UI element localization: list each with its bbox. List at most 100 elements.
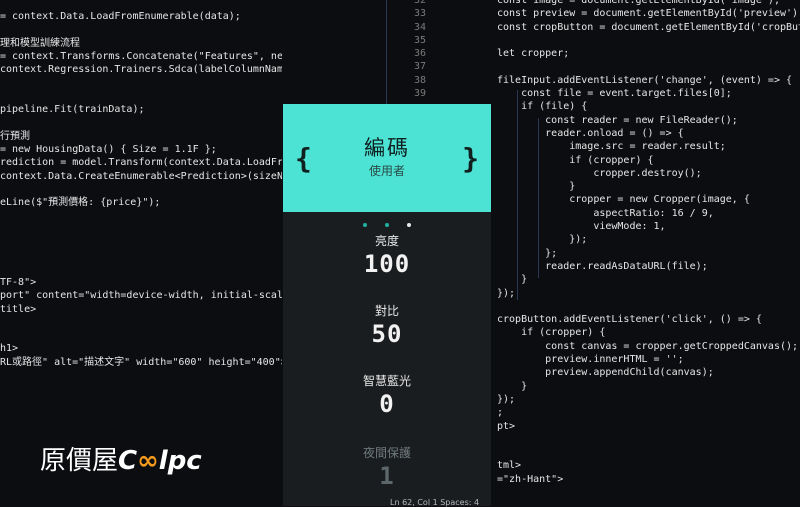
code-line: image.src = reader.result; (497, 141, 726, 153)
code-line: const cropButton = document.getElementBy… (497, 21, 800, 33)
logo-c: C (118, 446, 138, 476)
code-line: } (497, 181, 576, 193)
line-number-gutter: 32 33 34 35 36 37 38 39 (386, 0, 426, 100)
code-line: = context.Transforms.Concatenate("Featur… (0, 50, 282, 62)
code-line: } (497, 380, 528, 392)
code-line: if (cropper) { (497, 154, 654, 166)
setting-value: 50 (371, 320, 403, 348)
code-line: } (497, 274, 528, 286)
code-line: cropper.destroy(); (497, 167, 702, 179)
code-line: eLine($"預測價格: {price}"); (0, 197, 161, 209)
setting-label: 智慧藍光 (362, 374, 411, 388)
code-line: const image = document.getElementById('i… (497, 0, 780, 6)
code-line: cropper = new Cropper(image, { (497, 194, 750, 206)
line-number: 34 (413, 21, 426, 33)
code-line: TF-8"> (0, 276, 37, 288)
code-line: let cropper; (497, 48, 570, 60)
code-line: = context.Data.LoadFromEnumerable(data); (0, 11, 241, 22)
logo-chinese: 原價屋 (40, 446, 119, 476)
line-number: 33 (413, 8, 426, 20)
code-line: ="zh-Hant"> (497, 473, 564, 485)
code-line: preview.appendChild(canvas); (497, 367, 714, 379)
code-line: const preview = document.getElementById(… (497, 8, 800, 20)
code-line: reader.readAsDataURL(file); (497, 260, 708, 272)
mode-subtitle: 使用者 (368, 164, 405, 178)
page-dot[interactable] (385, 223, 389, 227)
code-line: const canvas = cropper.getCroppedCanvas(… (497, 340, 799, 352)
code-line: }; (497, 247, 558, 259)
code-line: h1> (0, 343, 19, 355)
line-number: 39 (413, 88, 426, 100)
code-line: 行預測 (0, 130, 30, 142)
logo-infinity-icon: ∞ (137, 446, 159, 476)
code-line: }); (497, 393, 516, 405)
code-line: if (cropper) { (497, 327, 606, 339)
page-indicator (283, 212, 491, 234)
code-line: = new HousingData() { Size = 1.1F }; (0, 143, 217, 155)
setting-label: 亮度 (374, 234, 399, 248)
code-line: 理和模型訓練流程 (0, 37, 80, 49)
line-number: 36 (413, 48, 426, 60)
code-line: tml> (497, 460, 522, 472)
next-mode-button[interactable]: } (462, 142, 479, 175)
code-line: reader.onload = () => { (497, 127, 684, 139)
setting-contrast[interactable]: 對比 50 (283, 302, 491, 348)
setting-night-protection[interactable]: 夜間保護 1 (283, 444, 491, 490)
mode-title: 編碼 (364, 136, 410, 160)
code-line: }); (497, 287, 516, 299)
mode-selector[interactable]: { 編碼 使用者 } (283, 104, 491, 212)
code-line: pipeline.Fit(trainData); (0, 104, 145, 116)
page-dot[interactable] (406, 223, 411, 227)
monitor-osd-panel: { 編碼 使用者 } 亮度 100 對比 50 智慧藍光 0 夜間保護 1 (283, 104, 491, 506)
code-line: context.Regression.Trainers.Sdca(labelCo… (0, 64, 282, 76)
setting-label: 對比 (374, 304, 399, 318)
code-line: viewMode: 1, (497, 221, 666, 233)
line-number: 32 (413, 0, 426, 6)
line-number: 35 (413, 34, 426, 46)
code-line: if (file) { (497, 101, 588, 113)
code-line: title> (0, 303, 37, 315)
code-line: context.Data.CreateEnumerable<Prediction… (0, 170, 282, 182)
setting-label: 夜間保護 (362, 446, 411, 460)
setting-smart-blue-light[interactable]: 智慧藍光 0 (283, 372, 491, 418)
setting-value: 0 (379, 390, 395, 418)
logo-rest: lpc (158, 446, 202, 476)
coolpc-logo: 原價屋C∞lpc (40, 440, 202, 477)
code-right-pane: const image = document.getElementById('i… (497, 0, 800, 486)
code-line: ; (497, 407, 504, 419)
code-line: pt> (497, 420, 516, 432)
code-line: cropButton.addEventListener('click', () … (497, 314, 762, 326)
code-left-pane: = context.Data.LoadFromEnumerable(data);… (0, 10, 282, 369)
code-line: port" content="width=device-width, initi… (0, 290, 282, 302)
page-dot[interactable] (363, 223, 368, 227)
setting-value: 100 (363, 250, 411, 278)
code-line: const reader = new FileReader(); (497, 114, 738, 126)
setting-brightness[interactable]: 亮度 100 (283, 232, 491, 278)
code-line: rediction = model.Transform(context.Data… (0, 157, 282, 169)
code-line: fileInput.addEventListener('change', (ev… (497, 74, 793, 86)
line-number: 38 (413, 74, 426, 86)
code-line: RL或路徑" alt="描述文字" width="600" height="40… (0, 356, 282, 368)
setting-value: 1 (379, 462, 395, 490)
code-line: }); (497, 234, 588, 246)
line-number: 37 (413, 61, 426, 73)
code-line: const file = event.target.files[0]; (497, 88, 732, 100)
code-line: aspectRatio: 16 / 9, (497, 207, 714, 219)
code-line: preview.innerHTML = ''; (497, 354, 684, 366)
